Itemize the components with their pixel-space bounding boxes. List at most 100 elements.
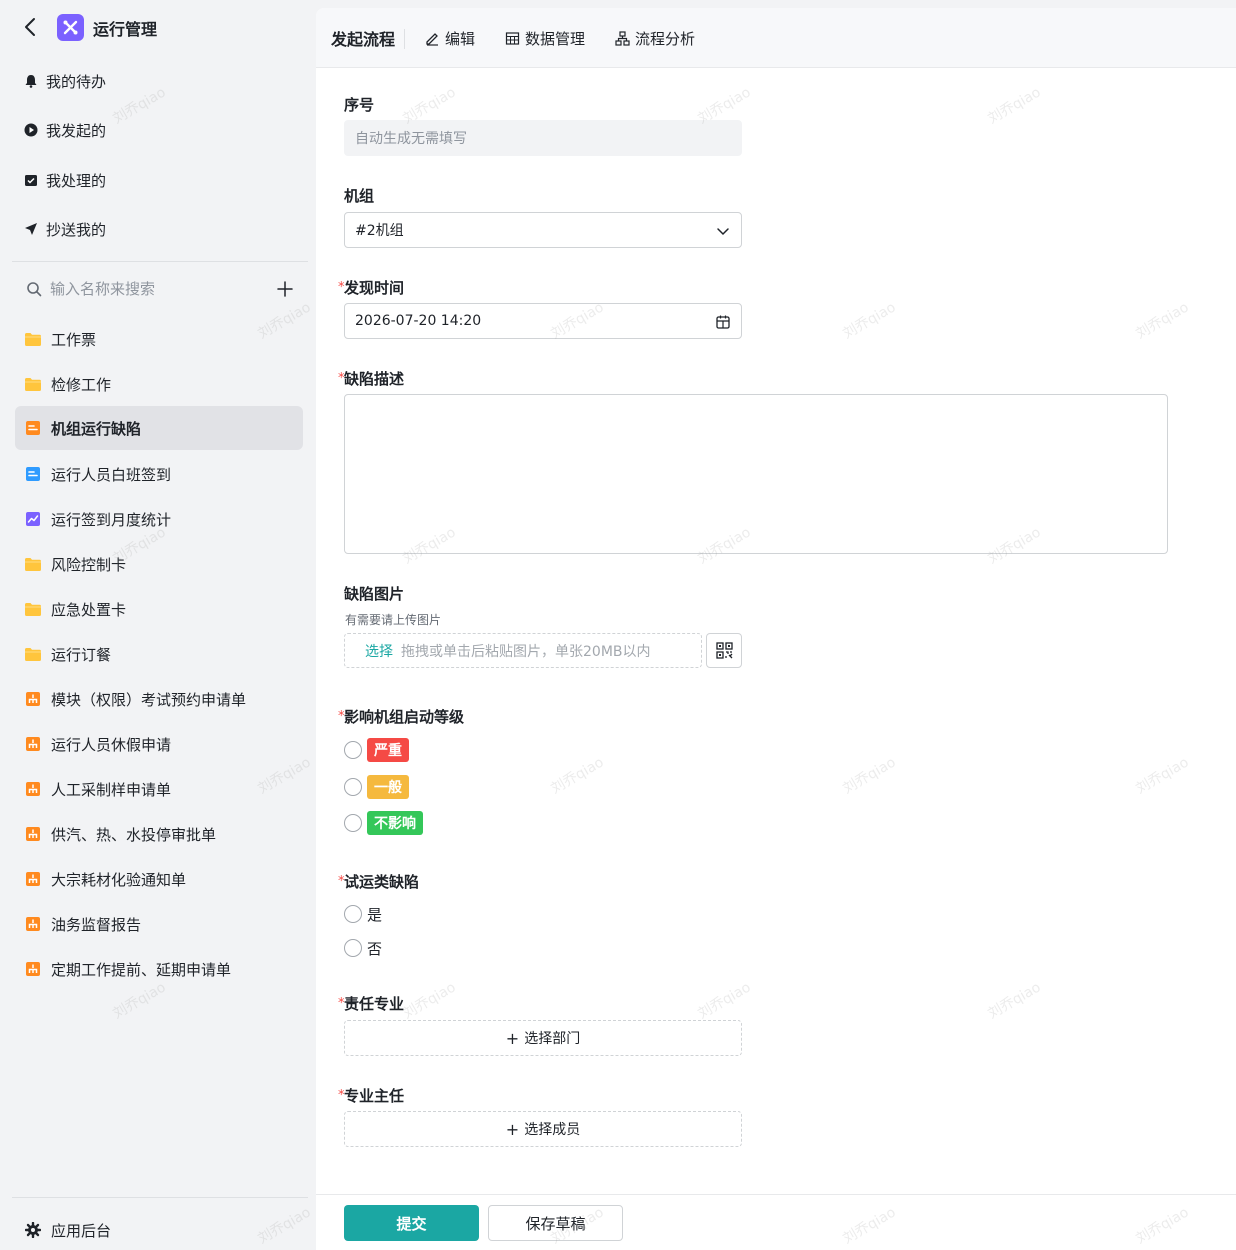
sidebar-item-label: 油务监督报告: [51, 915, 142, 934]
level-tag: 不影响: [367, 811, 423, 835]
save-draft-button[interactable]: 保存草稿: [488, 1205, 623, 1241]
sidebar-search: [26, 276, 298, 302]
folder-icon: [24, 601, 42, 617]
chart-icon: [24, 511, 42, 527]
sidebar-quick-label: 我处理的: [46, 171, 107, 190]
trial-option-yes[interactable]: 是: [344, 902, 382, 926]
main-panel: 发起流程 编辑 数据管理 流程分析 序号 自动生成无需填写 机组 #2机组 * …: [316, 8, 1236, 1250]
radio-button[interactable]: [344, 939, 362, 957]
radio-button[interactable]: [344, 741, 362, 759]
sidebar-quick-handled[interactable]: 我处理的: [18, 164, 298, 196]
images-hint: 有需要请上传图片: [345, 613, 442, 627]
pencil-icon: [424, 30, 440, 46]
app-logo-icon: [57, 14, 84, 41]
folder-icon: [24, 646, 42, 662]
unit-select[interactable]: #2机组: [344, 212, 742, 248]
sidebar-item-label: 供汽、热、水投停审批单: [51, 825, 217, 844]
tab-label: 流程分析: [635, 29, 696, 48]
radio-button[interactable]: [344, 905, 362, 923]
inbox-check-icon: [24, 173, 38, 187]
qr-code-icon: [715, 642, 733, 659]
footer-divider: [316, 1194, 1236, 1195]
sidebar-item[interactable]: 模块（权限）考试预约申请单: [15, 677, 303, 721]
sidebar-quick-cc[interactable]: 抄送我的: [18, 213, 298, 245]
top-tabs: 发起流程 编辑 数据管理 流程分析: [316, 8, 1236, 68]
found-time-picker[interactable]: 2026-07-20 14:20: [344, 303, 742, 339]
level-label: 影响机组启动等级: [344, 708, 465, 726]
sidebar-item[interactable]: 检修工作: [15, 362, 303, 406]
trial-option-no[interactable]: 否: [344, 936, 382, 960]
folder-icon: [24, 376, 42, 392]
sidebar-quick-label: 抄送我的: [46, 220, 107, 239]
tab-process-analysis[interactable]: 流程分析: [614, 26, 695, 50]
sidebar-item[interactable]: 工作票: [15, 317, 303, 361]
sidebar-divider: [12, 1197, 308, 1198]
radio-button[interactable]: [344, 778, 362, 796]
sidebar-header: 运行管理: [0, 0, 316, 56]
send-icon: [24, 222, 38, 236]
found-time-label: 发现时间: [344, 279, 405, 297]
serial-label: 序号: [344, 96, 375, 114]
sidebar-quick-initiated[interactable]: 我发起的: [18, 114, 298, 146]
sidebar-item[interactable]: 供汽、热、水投停审批单: [15, 812, 303, 856]
select-member-button[interactable]: + 选择成员: [344, 1111, 742, 1147]
gear-icon: [24, 1221, 42, 1239]
sidebar-item[interactable]: 机组运行缺陷: [15, 406, 303, 450]
tab-start-process[interactable]: 发起流程: [331, 26, 395, 50]
calendar-icon: [716, 315, 730, 329]
level-tag: 严重: [367, 738, 409, 762]
sidebar-item[interactable]: 运行订餐: [15, 632, 303, 676]
sidebar-app-admin[interactable]: 应用后台: [15, 1210, 303, 1250]
sidebar-item[interactable]: 运行人员休假申请: [15, 722, 303, 766]
sidebar-item[interactable]: 人工采制样申请单: [15, 767, 303, 811]
flow-icon: [24, 826, 42, 842]
sidebar-item[interactable]: 运行签到月度统计: [15, 497, 303, 541]
sidebar-quick-todo[interactable]: 我的待办: [18, 65, 298, 97]
sidebar-item[interactable]: 运行人员白班签到: [15, 452, 303, 496]
sidebar-item[interactable]: 大宗耗材化验通知单: [15, 857, 303, 901]
sidebar-item-label: 定期工作提前、延期申请单: [51, 960, 232, 979]
sidebar-item-label: 人工采制样申请单: [51, 780, 172, 799]
image-select-link[interactable]: 选择: [365, 641, 393, 661]
qr-upload-button[interactable]: [706, 633, 742, 668]
sidebar-item-label: 工作票: [51, 330, 97, 349]
sidebar-item-label: 检修工作: [51, 375, 112, 394]
unit-label: 机组: [344, 187, 375, 205]
sidebar-item-label: 模块（权限）考试预约申请单: [51, 690, 247, 709]
org-chart-icon: [614, 30, 630, 46]
flow-icon: [24, 736, 42, 752]
sidebar-item-label: 机组运行缺陷: [51, 419, 142, 438]
tab-label: 编辑: [445, 29, 476, 48]
plus-icon: +: [505, 1028, 520, 1048]
sidebar-item-label: 大宗耗材化验通知单: [51, 870, 187, 889]
bell-icon: [24, 74, 38, 88]
sidebar-item[interactable]: 油务监督报告: [15, 902, 303, 946]
submit-button[interactable]: 提交: [344, 1205, 479, 1241]
flow-icon: [24, 961, 42, 977]
level-option-none[interactable]: 不影响: [344, 811, 423, 835]
image-upload-zone[interactable]: 选择 拖拽或单击后粘贴图片，单张20MB以内: [344, 633, 702, 668]
sidebar-item[interactable]: 定期工作提前、延期申请单: [15, 947, 303, 991]
add-icon[interactable]: [274, 278, 296, 300]
search-input[interactable]: [50, 280, 270, 298]
description-textarea[interactable]: [344, 394, 1168, 554]
app-title: 运行管理: [93, 20, 158, 39]
sidebar-item[interactable]: 应急处置卡: [15, 587, 303, 631]
level-tag: 一般: [367, 775, 409, 799]
sidebar-item[interactable]: 风险控制卡: [15, 542, 303, 586]
description-label: 缺陷描述: [344, 370, 405, 388]
tab-data-management[interactable]: 数据管理: [504, 26, 585, 50]
serial-field: 自动生成无需填写: [344, 120, 742, 156]
level-option-severe[interactable]: 严重: [344, 738, 409, 762]
radio-label: 否: [367, 939, 383, 958]
serial-placeholder: 自动生成无需填写: [355, 131, 467, 147]
back-arrow-icon[interactable]: [20, 16, 42, 38]
level-option-normal[interactable]: 一般: [344, 775, 409, 799]
trial-label: 试运类缺陷: [344, 873, 420, 891]
select-department-button[interactable]: + 选择部门: [344, 1020, 742, 1056]
tab-label: 发起流程: [331, 30, 396, 49]
sidebar-quick-label: 我的待办: [46, 72, 107, 91]
folder-icon: [24, 331, 42, 347]
tab-edit[interactable]: 编辑: [424, 26, 475, 50]
radio-button[interactable]: [344, 814, 362, 832]
